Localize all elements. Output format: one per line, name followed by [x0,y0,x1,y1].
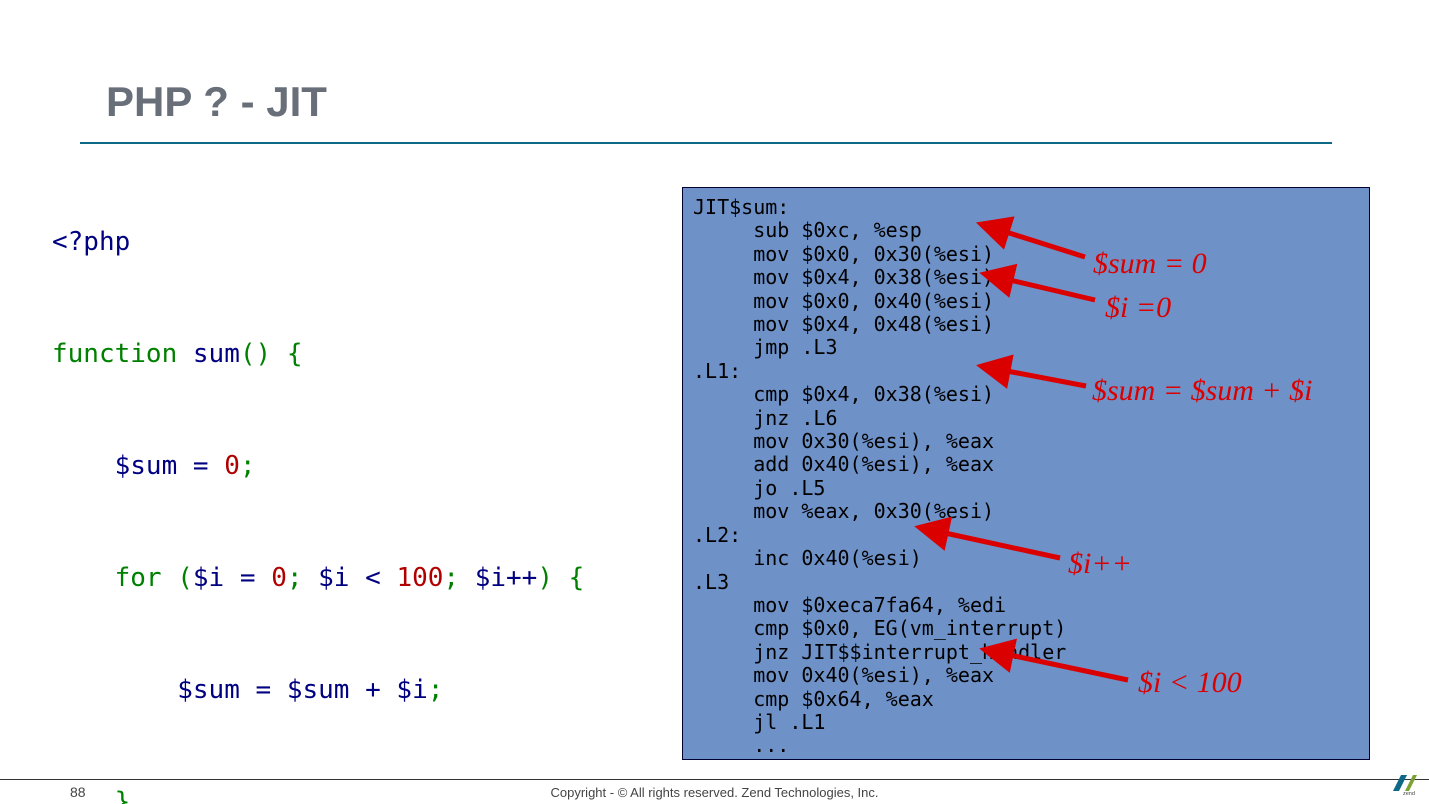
var-i: $i [318,563,349,593]
footer-divider [0,779,1429,780]
semi: ; [428,675,444,705]
php-open-tag: <?php [52,227,130,257]
annot-i0: $i =0 [1105,291,1171,325]
semi: ; [240,451,256,481]
paren-open: ( [162,563,193,593]
annot-ilt: $i < 100 [1138,666,1242,700]
num-0: 0 [271,563,287,593]
annot-sumadd: $sum = $sum + $i [1092,374,1313,408]
asm-code: JIT$sum: sub $0xc, %esp mov $0x0, 0x30(%… [682,187,1370,760]
slide-title: PHP ? - JIT [106,78,327,126]
paren-close: ) { [537,563,584,593]
php-code: <?php function sum() { $sum = 0; for ($i… [52,214,584,804]
num-0: 0 [224,451,240,481]
copyright: Copyright - © All rights reserved. Zend … [0,785,1429,800]
num-100: 100 [396,563,443,593]
annot-iinc: $i++ [1068,547,1132,581]
fn-open: () { [240,339,303,369]
op-lt: < [349,563,396,593]
semi: ; [443,563,474,593]
var-sum: $sum [177,675,240,705]
op-eq: = [224,563,271,593]
op-eq: = [177,451,224,481]
zend-logo-icon: zend [1393,775,1417,800]
svg-text:zend: zend [1403,791,1415,795]
footer: 88 Copyright - © All rights reserved. Ze… [0,776,1429,802]
var-sum: $sum [287,675,350,705]
kw-function: function [52,339,177,369]
slide: PHP ? - JIT <?php function sum() { $sum … [0,0,1429,804]
fn-name: sum [177,339,240,369]
op-plus: + [349,675,396,705]
op-eq: = [240,675,287,705]
var-sum: $sum [115,451,178,481]
op-inc: ++ [506,563,537,593]
kw-for: for [115,563,162,593]
var-i: $i [396,675,427,705]
var-i: $i [193,563,224,593]
title-underline [80,142,1332,144]
annot-sum0: $sum = 0 [1093,247,1207,281]
var-i: $i [475,563,506,593]
semi: ; [287,563,318,593]
